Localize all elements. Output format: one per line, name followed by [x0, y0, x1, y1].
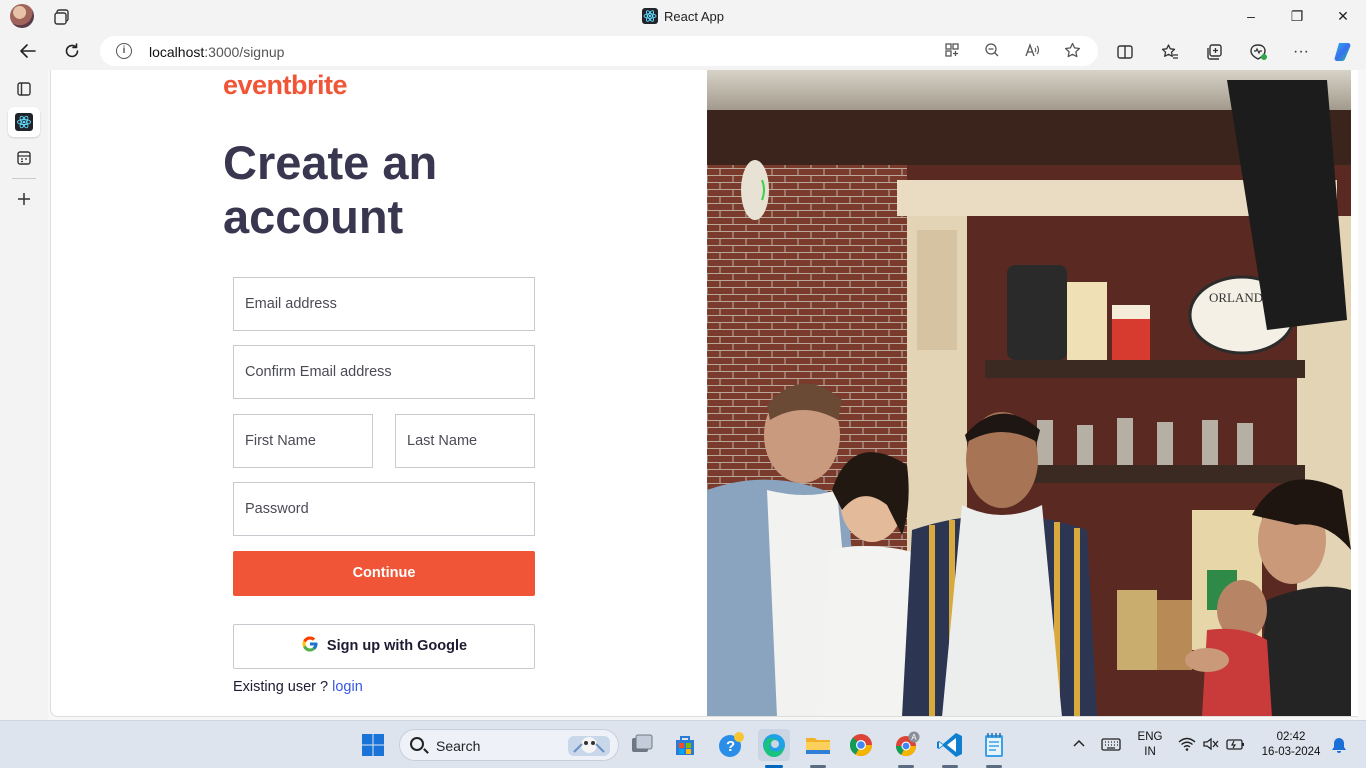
language-indicator[interactable]: ENG IN: [1134, 730, 1166, 760]
app-available-icon[interactable]: [942, 42, 962, 62]
first-name-field[interactable]: [233, 414, 373, 468]
close-button[interactable]: ✕: [1320, 5, 1366, 29]
language-secondary: IN: [1144, 746, 1156, 758]
existing-user-label: Existing user ?: [233, 679, 333, 695]
last-name-field[interactable]: [395, 414, 535, 468]
vscode-icon[interactable]: [934, 729, 966, 761]
address-bar[interactable]: i localhost:3000/signup: [100, 36, 1098, 66]
keyboard-icon[interactable]: [1101, 736, 1121, 757]
chrome-profile-icon[interactable]: A: [890, 729, 922, 761]
notepad-icon[interactable]: [978, 729, 1010, 761]
volume-muted-icon[interactable]: [1202, 736, 1220, 757]
clock-date: 16-03-2024: [1261, 746, 1321, 758]
taskbar-search[interactable]: Search: [399, 729, 619, 761]
email-input[interactable]: [234, 278, 534, 330]
browser-essentials-icon[interactable]: [1245, 39, 1271, 65]
refresh-icon[interactable]: [58, 39, 86, 63]
login-link[interactable]: login: [332, 679, 363, 695]
taskbar: Search ? A ENG IN 02:42 16-03-2024: [0, 720, 1366, 768]
browser-toolbar: i localhost:3000/signup ···: [0, 33, 1366, 70]
confirm-email-field[interactable]: [233, 345, 535, 399]
search-label: Search: [436, 738, 481, 754]
google-signup-label: Sign up with Google: [326, 638, 468, 654]
password-input[interactable]: [234, 483, 534, 535]
url-path: :3000/signup: [204, 44, 285, 60]
page-title: Create an account: [223, 136, 438, 243]
battery-icon[interactable]: [1226, 736, 1246, 757]
more-menu-icon[interactable]: ···: [1288, 39, 1314, 65]
notification-bell-icon[interactable]: [1331, 736, 1347, 759]
svg-text:?: ?: [726, 738, 735, 755]
sidebar-app-icon[interactable]: [8, 143, 40, 173]
chevron-up-icon[interactable]: [1071, 736, 1087, 757]
add-icon[interactable]: [8, 184, 40, 214]
search-icon: [410, 737, 424, 751]
store-icon[interactable]: [669, 729, 701, 761]
sidebar-react-tab-icon[interactable]: [8, 107, 40, 137]
site-info-icon[interactable]: i: [116, 43, 132, 59]
sidebar-divider: [12, 178, 36, 179]
url-text[interactable]: localhost:3000/signup: [149, 44, 284, 60]
eventbrite-logo[interactable]: eventbrite: [223, 70, 348, 101]
language-primary: ENG: [1137, 731, 1163, 743]
browser-title-bar: React App – ❐ ✕: [0, 0, 1366, 33]
help-icon[interactable]: ?: [715, 729, 747, 761]
windows-start-icon[interactable]: [357, 729, 389, 761]
last-name-input[interactable]: [396, 415, 534, 467]
google-icon: [301, 628, 319, 652]
chrome-icon[interactable]: [845, 729, 877, 761]
confirm-email-input[interactable]: [234, 346, 534, 398]
copilot-icon[interactable]: [1330, 39, 1356, 65]
email-field[interactable]: [233, 277, 535, 331]
favorites-icon[interactable]: [1157, 39, 1183, 65]
edge-icon[interactable]: [758, 729, 790, 761]
task-view-icon[interactable]: [626, 729, 658, 761]
wifi-icon[interactable]: [1178, 736, 1196, 757]
browser-sidebar: [0, 70, 48, 720]
clock[interactable]: 02:42 16-03-2024: [1256, 730, 1326, 760]
collections-icon[interactable]: [1201, 39, 1227, 65]
google-signup-button[interactable]: Sign up with Google: [233, 624, 535, 669]
svg-text:A: A: [911, 733, 917, 742]
tab-panel-icon[interactable]: [8, 74, 40, 104]
window-title-text: React App: [664, 9, 724, 24]
back-icon[interactable]: [14, 39, 42, 63]
split-screen-icon[interactable]: [1112, 39, 1138, 65]
maximize-button[interactable]: ❐: [1274, 5, 1320, 29]
window-title: React App: [0, 8, 1366, 24]
continue-button[interactable]: Continue: [233, 551, 535, 596]
url-host: localhost: [149, 44, 205, 60]
minimize-button[interactable]: –: [1228, 5, 1274, 29]
cooking-class-photo: ORLANDO: [707, 70, 1351, 716]
first-name-input[interactable]: [234, 415, 372, 467]
search-highlight-icon: [568, 736, 610, 756]
react-icon: [642, 8, 658, 24]
read-aloud-icon[interactable]: [1022, 42, 1042, 62]
file-explorer-icon[interactable]: [802, 729, 834, 761]
clock-time: 02:42: [1276, 731, 1306, 743]
password-field[interactable]: [233, 482, 535, 536]
page-viewport: eventbrite Create an account Continue Si…: [50, 70, 1358, 717]
zoom-out-icon[interactable]: [982, 42, 1002, 62]
favorite-star-icon[interactable]: [1062, 42, 1082, 62]
existing-user-text: Existing user ? login: [233, 679, 363, 695]
